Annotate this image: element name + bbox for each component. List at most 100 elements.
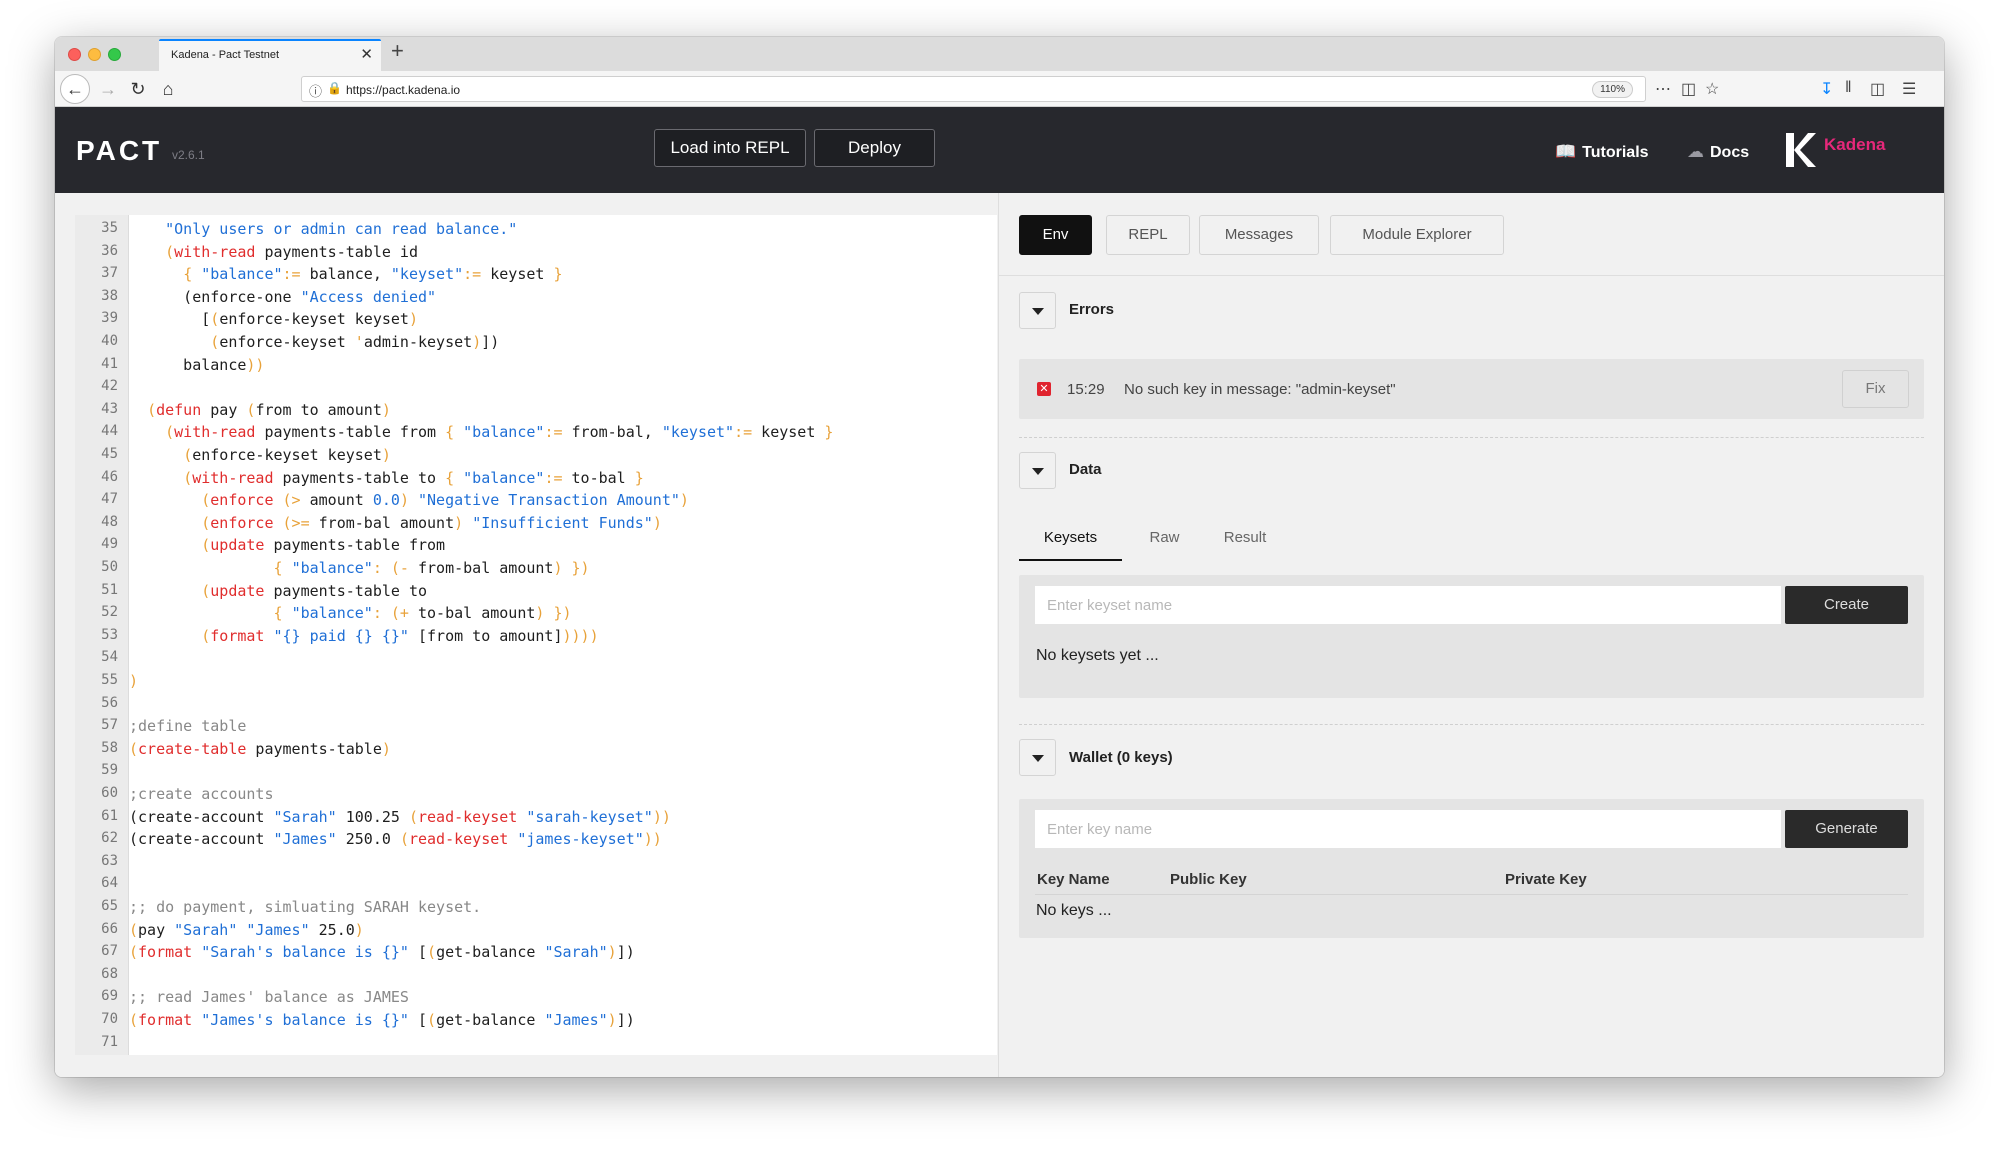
url-text[interactable]: https://pact.kadena.io: [346, 83, 460, 97]
subtab-result[interactable]: Result: [1205, 521, 1285, 561]
more-actions-icon[interactable]: ⋯: [1655, 79, 1671, 99]
zoom-indicator[interactable]: 110%: [1592, 81, 1633, 98]
error-message: No such key in message: "admin-keyset": [1124, 381, 1396, 398]
code-line[interactable]: { "balance": (+ to-bal amount) }): [129, 604, 572, 622]
menu-icon[interactable]: ☰: [1902, 79, 1916, 99]
subtab-raw[interactable]: Raw: [1132, 521, 1197, 561]
caret-down-icon: [1032, 308, 1044, 315]
code-line[interactable]: ;create accounts: [129, 785, 274, 803]
tab-repl[interactable]: REPL: [1106, 215, 1190, 255]
deploy-button[interactable]: Deploy: [814, 129, 935, 167]
kadena-brand[interactable]: Kadena: [1824, 135, 1885, 155]
keysets-panel: Create No keysets yet ...: [1019, 575, 1924, 698]
reader-view-icon[interactable]: ◫: [1681, 79, 1696, 99]
line-number: 61: [101, 807, 118, 824]
line-number: 51: [101, 581, 118, 598]
download-icon[interactable]: ↧: [1820, 79, 1833, 99]
code-line[interactable]: (enforce-keyset 'admin-keyset)]): [129, 333, 499, 351]
code-line[interactable]: ;define table: [129, 717, 246, 735]
create-keyset-button[interactable]: Create: [1785, 586, 1908, 624]
data-toggle[interactable]: [1019, 452, 1056, 489]
code-token: : (+: [372, 604, 418, 623]
code-line[interactable]: ;; read James' balance as JAMES: [129, 988, 409, 1006]
code-line[interactable]: (enforce-keyset keyset): [129, 446, 391, 464]
code-token: "balance": [463, 468, 545, 487]
close-window-button[interactable]: [68, 48, 81, 61]
code-line[interactable]: ;; do payment, simluating SARAH keyset.: [129, 898, 481, 916]
wallet-toggle[interactable]: [1019, 739, 1056, 776]
code-line[interactable]: "Only users or admin can read balance.": [129, 220, 517, 238]
key-name-input[interactable]: [1035, 810, 1781, 848]
code-editor[interactable]: 35 36 37 38 39 40 41 42 43 44 45 46 47 48 49 50 51 52 53 54…: [75, 215, 997, 1055]
code-token: ;; read James' balance as JAMES: [129, 988, 409, 1007]
line-number: 49: [101, 536, 118, 553]
tutorials-link[interactable]: 📖 Tutorials: [1555, 142, 1649, 162]
code-token: }: [553, 265, 563, 284]
code-line[interactable]: { "balance":= balance, "keyset":= keyset…: [129, 265, 563, 284]
tab-env[interactable]: Env: [1019, 215, 1092, 255]
code-token: :=: [282, 265, 301, 284]
reload-icon[interactable]: ↻: [125, 76, 151, 102]
code-token: }: [824, 423, 834, 442]
subtab-keysets[interactable]: Keysets: [1019, 521, 1122, 561]
code-line[interactable]: (enforce-one "Access denied": [129, 288, 436, 306]
code-token: payments-table id: [255, 242, 418, 261]
back-icon[interactable]: ←: [60, 74, 90, 104]
code-line[interactable]: (defun pay (from to amount): [129, 401, 391, 419]
code-token: create-table: [138, 739, 247, 758]
code-token: read-keyset: [408, 830, 509, 849]
tab-messages[interactable]: Messages: [1199, 215, 1319, 255]
tab-module-explorer[interactable]: Module Explorer: [1330, 215, 1504, 255]
code-line[interactable]: (format "{} paid {} {}" [from to amount]…: [129, 627, 598, 645]
new-tab-button[interactable]: +: [391, 40, 404, 62]
bookmark-star-icon[interactable]: ☆: [1705, 79, 1719, 99]
code-line[interactable]: (pay "Sarah" "James" 25.0): [129, 921, 364, 939]
load-into-repl-button[interactable]: Load into REPL: [654, 129, 806, 167]
code-line[interactable]: balance)): [129, 356, 264, 374]
code-line[interactable]: (update payments-table to: [129, 582, 427, 600]
docs-link[interactable]: ☁ Docs: [1687, 142, 1749, 162]
info-icon[interactable]: ⓘ: [309, 81, 322, 100]
code-line[interactable]: (format "Sarah's balance is {}" [(get-ba…: [129, 943, 635, 961]
code-line[interactable]: (create-account "James" 250.0 (read-keys…: [129, 830, 662, 848]
home-icon[interactable]: ⌂: [155, 76, 181, 102]
keyset-name-input[interactable]: [1035, 586, 1781, 624]
code-line[interactable]: (create-table payments-table): [129, 740, 391, 758]
fix-button[interactable]: Fix: [1842, 370, 1909, 408]
code-token: 250.0: [336, 830, 400, 849]
code-token: (: [129, 739, 139, 758]
generate-key-button[interactable]: Generate: [1785, 810, 1908, 848]
code-line[interactable]: (enforce (>= from-bal amount) "Insuffici…: [129, 514, 662, 532]
library-icon[interactable]: ‖: [1845, 79, 1852, 97]
close-tab-icon[interactable]: ✕: [360, 47, 373, 62]
errors-toggle[interactable]: [1019, 292, 1056, 329]
code-line[interactable]: (with-read payments-table from { "balanc…: [129, 423, 833, 441]
minimize-window-button[interactable]: [88, 48, 101, 61]
code-line[interactable]: (create-account "Sarah" 100.25 (read-key…: [129, 808, 671, 826]
code-line[interactable]: (update payments-table from: [129, 536, 445, 554]
code-area[interactable]: "Only users or admin can read balance." …: [129, 215, 997, 1055]
code-line[interactable]: (format "James's balance is {}" [(get-ba…: [129, 1011, 635, 1029]
line-number: 59: [101, 762, 118, 779]
wallet-panel: Generate Key Name Public Key Private Key…: [1019, 799, 1924, 938]
code-token: ): [129, 672, 139, 690]
browser-tab[interactable]: Kadena - Pact Testnet ✕: [159, 39, 381, 71]
code-token: ): [652, 513, 662, 532]
code-token: ': [354, 333, 364, 351]
caret-down-icon: [1032, 468, 1044, 475]
url-bar[interactable]: ⓘ 🔒 https://pact.kadena.io 110%: [301, 76, 1646, 102]
code-line[interactable]: [(enforce-keyset keyset): [129, 310, 418, 328]
sidebar-icon[interactable]: ◫: [1870, 79, 1885, 99]
kadena-k-icon[interactable]: [1786, 133, 1816, 167]
code-line[interactable]: ): [129, 672, 138, 690]
code-line[interactable]: (with-read payments-table to { "balance"…: [129, 469, 644, 487]
maximize-window-button[interactable]: [108, 48, 121, 61]
code-line[interactable]: (enforce (> amount 0.0) "Negative Transa…: [129, 491, 689, 509]
code-token: (: [210, 310, 220, 329]
code-line[interactable]: { "balance": (- from-bal amount) }): [129, 559, 590, 577]
forward-icon[interactable]: →: [95, 76, 121, 102]
code-line[interactable]: (with-read payments-table id: [129, 243, 418, 261]
